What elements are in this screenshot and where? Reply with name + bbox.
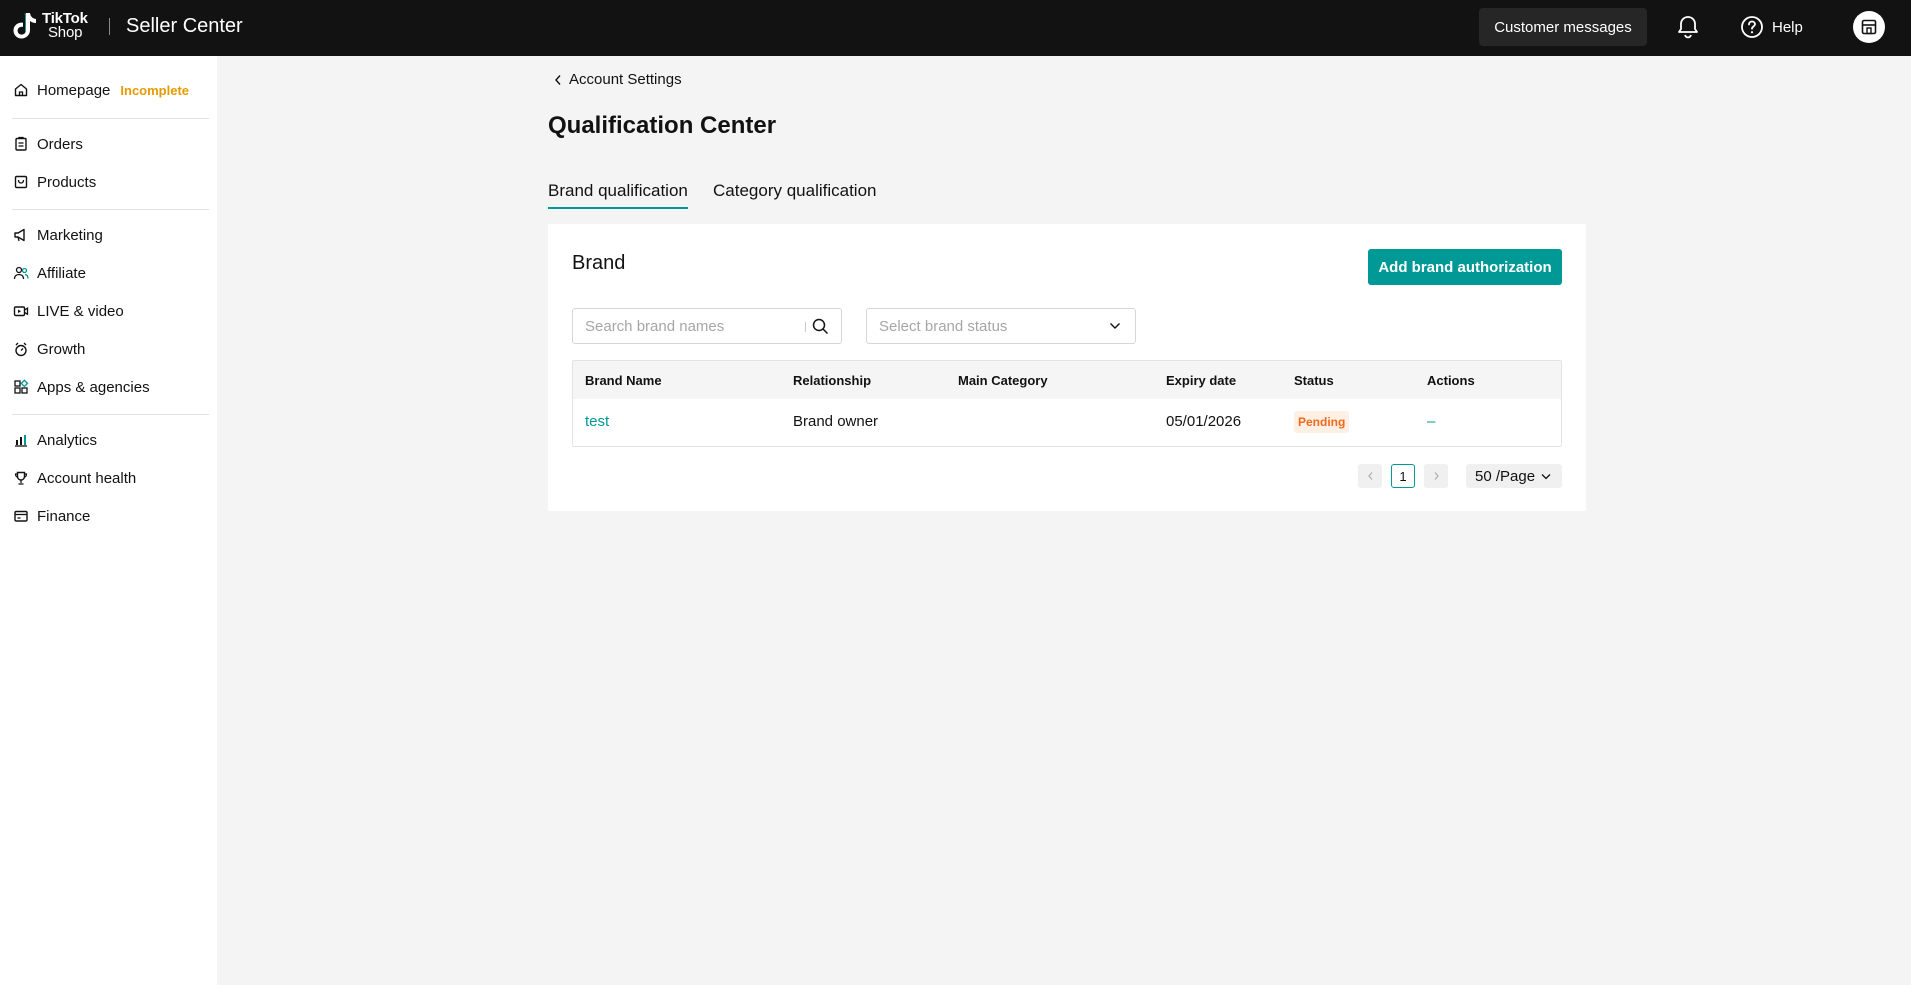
pagination-prev-button[interactable] bbox=[1358, 464, 1382, 488]
sidebar-item-label: Finance bbox=[37, 507, 91, 525]
table-header bbox=[573, 361, 1561, 399]
tab-category-qualification[interactable]: Category qualification bbox=[713, 181, 876, 209]
store-icon bbox=[1861, 19, 1877, 35]
sidebar-item-account-health[interactable]: Account health bbox=[13, 464, 136, 492]
video-icon bbox=[13, 303, 29, 319]
sidebar-item-label: Products bbox=[37, 173, 97, 191]
logo-divider bbox=[109, 18, 110, 35]
tiktok-shop-logo[interactable]: TikTok Shop bbox=[12, 11, 88, 41]
column-header-actions: Actions bbox=[1427, 373, 1475, 388]
growth-icon bbox=[13, 341, 29, 357]
sidebar-item-finance[interactable]: Finance bbox=[13, 502, 90, 530]
chevron-left-icon bbox=[555, 74, 561, 85]
chevron-left-icon bbox=[1367, 472, 1372, 480]
top-bar: TikTok Shop Seller Center Customer messa… bbox=[0, 0, 1911, 56]
app-title: Seller Center bbox=[126, 15, 243, 37]
tiktok-logo-icon bbox=[13, 13, 36, 39]
page-size-select[interactable]: 50 /Page bbox=[1466, 464, 1562, 488]
select-placeholder: Select brand status bbox=[879, 317, 1008, 335]
sidebar-item-products[interactable]: Products bbox=[13, 168, 96, 196]
chevron-right-icon bbox=[1434, 472, 1439, 480]
breadcrumb-label: Account Settings bbox=[569, 71, 682, 88]
customer-messages-button[interactable]: Customer messages bbox=[1479, 8, 1647, 46]
home-icon bbox=[13, 82, 29, 98]
pagination-next-button[interactable] bbox=[1424, 464, 1448, 488]
brand-card: Brand Add brand authorization Select bra… bbox=[548, 224, 1586, 511]
bell-icon[interactable] bbox=[1676, 14, 1700, 40]
sidebar-item-label: Account health bbox=[37, 469, 137, 487]
sidebar-item-label: Apps & agencies bbox=[37, 378, 150, 396]
column-header-relationship: Relationship bbox=[793, 373, 872, 388]
sidebar-item-growth[interactable]: Growth bbox=[13, 335, 85, 363]
incomplete-badge: Incomplete bbox=[120, 82, 190, 98]
add-brand-authorization-button[interactable]: Add brand authorization bbox=[1368, 249, 1562, 285]
trophy-icon bbox=[13, 470, 29, 486]
store-avatar[interactable] bbox=[1853, 11, 1885, 43]
sidebar-item-marketing[interactable]: Marketing bbox=[13, 221, 103, 249]
expiry-date-cell: 05/01/2026 bbox=[1166, 413, 1242, 430]
relationship-cell: Brand owner bbox=[793, 413, 879, 430]
apps-icon bbox=[13, 379, 29, 395]
sidebar-item-homepage[interactable]: Homepage Incomplete bbox=[13, 76, 189, 104]
sidebar-item-label: Affiliate bbox=[37, 264, 86, 282]
chevron-down-icon bbox=[1110, 323, 1120, 329]
status-badge: Pending bbox=[1294, 411, 1350, 433]
clipboard-icon bbox=[13, 136, 29, 152]
sidebar-item-analytics[interactable]: Analytics bbox=[13, 426, 97, 454]
chevron-down-icon bbox=[1541, 473, 1551, 479]
card-title: Brand bbox=[572, 252, 626, 274]
logo-line-2: Shop bbox=[48, 24, 83, 41]
megaphone-icon bbox=[13, 227, 29, 243]
sidebar-item-label: Marketing bbox=[37, 226, 103, 244]
input-divider bbox=[805, 322, 806, 332]
column-header-status: Status bbox=[1294, 373, 1334, 388]
analytics-icon bbox=[13, 432, 29, 448]
sidebar-item-live-video[interactable]: LIVE & video bbox=[13, 297, 124, 325]
column-header-expiry-date: Expiry date bbox=[1166, 373, 1237, 388]
wallet-icon bbox=[13, 508, 29, 524]
sidebar-item-affiliate[interactable]: Affiliate bbox=[13, 259, 86, 287]
sidebar-divider bbox=[12, 414, 209, 415]
brand-status-select[interactable]: Select brand status bbox=[866, 308, 1136, 344]
sidebar-item-apps-agencies[interactable]: Apps & agencies bbox=[13, 373, 150, 401]
brand-name-link[interactable]: test bbox=[585, 413, 609, 430]
brand-table: Brand Name Relationship Main Category Ex… bbox=[572, 360, 1562, 447]
people-icon bbox=[13, 265, 29, 281]
sidebar: Homepage Incomplete Orders Products Mark… bbox=[0, 56, 217, 985]
sidebar-item-label: Growth bbox=[37, 340, 86, 358]
search-icon[interactable] bbox=[812, 318, 829, 335]
sidebar-divider bbox=[12, 209, 209, 210]
sidebar-divider bbox=[12, 118, 209, 119]
breadcrumb-back-link[interactable]: Account Settings bbox=[554, 71, 682, 88]
tab-brand-qualification[interactable]: Brand qualification bbox=[548, 181, 688, 209]
page-title: Qualification Center bbox=[548, 112, 777, 139]
help-icon bbox=[1741, 16, 1763, 38]
help-label: Help bbox=[1772, 18, 1803, 36]
bag-icon bbox=[13, 174, 29, 190]
column-header-brand-name: Brand Name bbox=[585, 373, 662, 388]
sidebar-item-label: Orders bbox=[37, 135, 83, 153]
sidebar-item-label: LIVE & video bbox=[37, 302, 124, 320]
column-header-main-category: Main Category bbox=[958, 373, 1048, 388]
brand-search-field[interactable] bbox=[572, 308, 842, 344]
pagination-page-1[interactable]: 1 bbox=[1391, 464, 1415, 488]
sidebar-item-label: Homepage bbox=[37, 81, 111, 99]
sidebar-item-label: Analytics bbox=[37, 431, 98, 449]
actions-cell: – bbox=[1427, 413, 1436, 430]
sidebar-item-orders[interactable]: Orders bbox=[13, 130, 83, 158]
search-input[interactable] bbox=[585, 317, 795, 335]
help-button[interactable]: Help bbox=[1740, 13, 1803, 41]
page-size-label: 50 /Page bbox=[1475, 467, 1536, 485]
